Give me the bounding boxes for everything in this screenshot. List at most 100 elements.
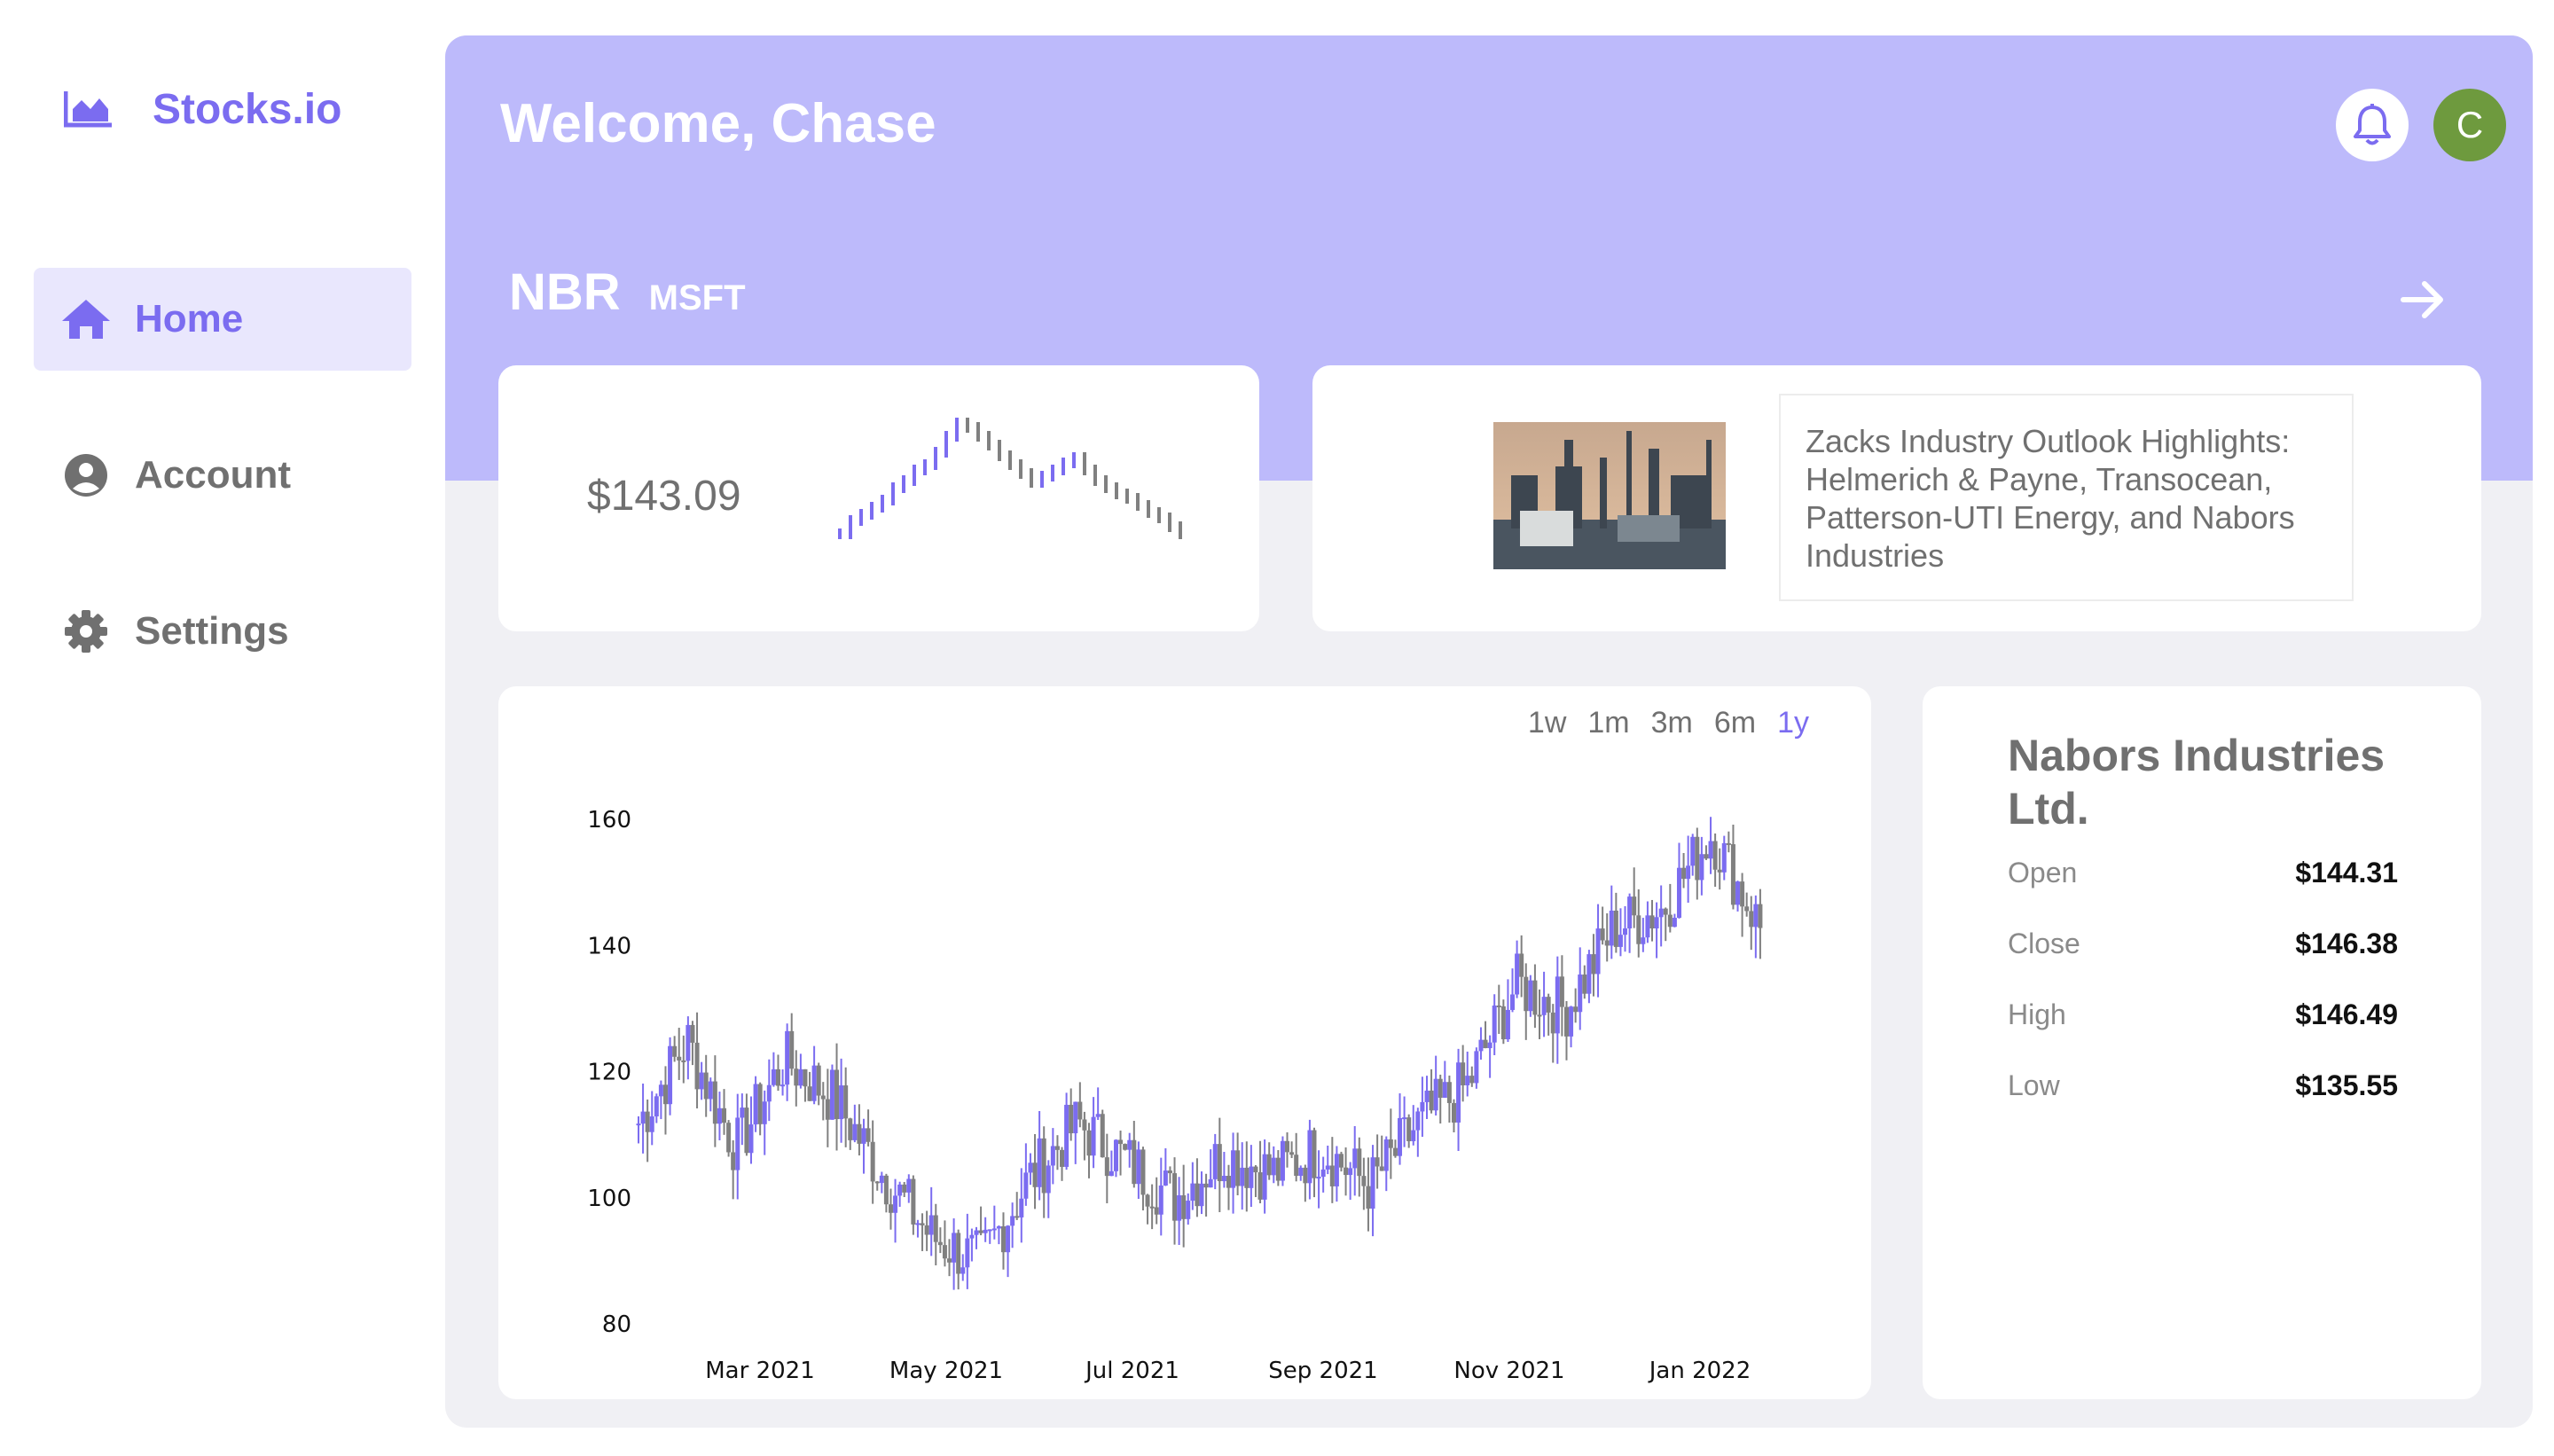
candle (1231, 1132, 1236, 1214)
candle (1483, 1021, 1488, 1049)
y-tick-label: 120 (587, 1060, 631, 1086)
candle (686, 1016, 691, 1080)
candle (1667, 883, 1673, 933)
sparkline-candle (987, 431, 991, 450)
sidebar-item-account[interactable]: Account (34, 424, 411, 527)
notifications-button[interactable] (2336, 89, 2409, 161)
arrow-right-icon[interactable] (2396, 273, 2449, 326)
candle (1073, 1101, 1078, 1164)
candle (1177, 1177, 1182, 1246)
candle (933, 1203, 938, 1265)
candle (1636, 889, 1641, 958)
candle (1424, 1076, 1430, 1119)
candle (645, 1099, 650, 1162)
ticker-msft[interactable]: MSFT (649, 278, 746, 318)
candle (726, 1120, 732, 1157)
candle (1357, 1137, 1362, 1197)
candle (952, 1218, 957, 1290)
main-panel: Welcome, Chase C NBR MSFT $143.09 Zacks … (445, 35, 2533, 1428)
candle (690, 1021, 695, 1066)
candle (888, 1188, 893, 1230)
candle (843, 1067, 849, 1147)
candle (1344, 1147, 1349, 1196)
candle (1104, 1133, 1109, 1204)
x-tick-label: Sep 2021 (1268, 1358, 1377, 1384)
avatar[interactable]: C (2433, 89, 2506, 161)
stat-close: Close $146.38 (2008, 928, 2398, 960)
candle (794, 1050, 799, 1107)
sparkline-candle (966, 418, 969, 433)
sidebar-item-settings[interactable]: Settings (34, 580, 411, 683)
sparkline-candle (1072, 452, 1076, 468)
candle (1370, 1145, 1375, 1237)
sparkline-candle (1179, 521, 1182, 539)
candle (1753, 895, 1759, 959)
sparkline-candle (870, 502, 874, 520)
candle (1578, 947, 1583, 1030)
sparkline-candle (1115, 482, 1118, 499)
brand-name: Stocks.io (153, 85, 342, 133)
x-tick-label: Nov 2021 (1453, 1358, 1564, 1384)
y-tick-label: 160 (587, 807, 631, 834)
candle (1181, 1164, 1187, 1248)
sparkline-candle (891, 482, 895, 505)
candle (1474, 1047, 1479, 1089)
candle (947, 1239, 952, 1277)
candle (640, 1084, 646, 1154)
candle (897, 1181, 903, 1207)
candle (681, 1035, 686, 1084)
candle (1334, 1146, 1339, 1202)
news-headline-box[interactable]: Zacks Industry Outlook Highlights: Helme… (1779, 394, 2354, 601)
candle (874, 1180, 880, 1191)
candle (649, 1091, 654, 1146)
candle (1186, 1193, 1191, 1225)
candle (1000, 1212, 1006, 1270)
candle (1136, 1141, 1141, 1200)
candle (1208, 1149, 1213, 1188)
candle (924, 1210, 929, 1251)
candle (1676, 842, 1681, 919)
candle (1082, 1111, 1087, 1161)
candle (1199, 1171, 1204, 1215)
candle (1140, 1147, 1146, 1211)
sidebar: Stocks.io Home Account Settings (0, 0, 443, 1456)
candle (1077, 1082, 1083, 1128)
candle (852, 1104, 858, 1143)
candle (1681, 852, 1687, 888)
company-details-card: Nabors Industries Ltd. Open $144.31 Clos… (1923, 686, 2481, 1399)
candle (861, 1118, 866, 1174)
brand-logo[interactable]: Stocks.io (64, 78, 341, 140)
candle (807, 1071, 812, 1101)
candle (1451, 1099, 1456, 1133)
candle (1262, 1139, 1267, 1214)
sidebar-item-home[interactable]: Home (34, 268, 411, 371)
candle (1379, 1135, 1384, 1171)
candle (748, 1096, 754, 1164)
candle (672, 1036, 678, 1062)
news-card: Zacks Industry Outlook Highlights: Helme… (1312, 365, 2481, 631)
news-headline: Zacks Industry Outlook Highlights: Helme… (1806, 423, 2295, 574)
candle (956, 1229, 961, 1290)
sparkline-candle (1157, 507, 1161, 523)
news-image[interactable] (1493, 422, 1726, 569)
ticker-nbr[interactable]: NBR (509, 262, 621, 322)
candle (1563, 1001, 1569, 1061)
candle (1167, 1166, 1172, 1184)
sidebar-item-label: Home (135, 297, 244, 341)
stat-value: $144.31 (2295, 857, 2398, 888)
candle (1149, 1184, 1155, 1230)
candle (1275, 1150, 1281, 1186)
candle (1095, 1087, 1101, 1120)
candle (1515, 940, 1520, 998)
candle (1645, 901, 1650, 943)
candle (1735, 881, 1741, 912)
candle (1649, 899, 1655, 942)
candle (983, 1217, 988, 1242)
sparkline-candle (881, 495, 884, 513)
sidebar-item-label: Account (135, 453, 291, 497)
company-name: Nabors Industries Ltd. (2008, 731, 2386, 834)
candle (1433, 1055, 1438, 1115)
candle (870, 1120, 875, 1204)
candle (1069, 1088, 1074, 1141)
candle (1609, 885, 1614, 959)
